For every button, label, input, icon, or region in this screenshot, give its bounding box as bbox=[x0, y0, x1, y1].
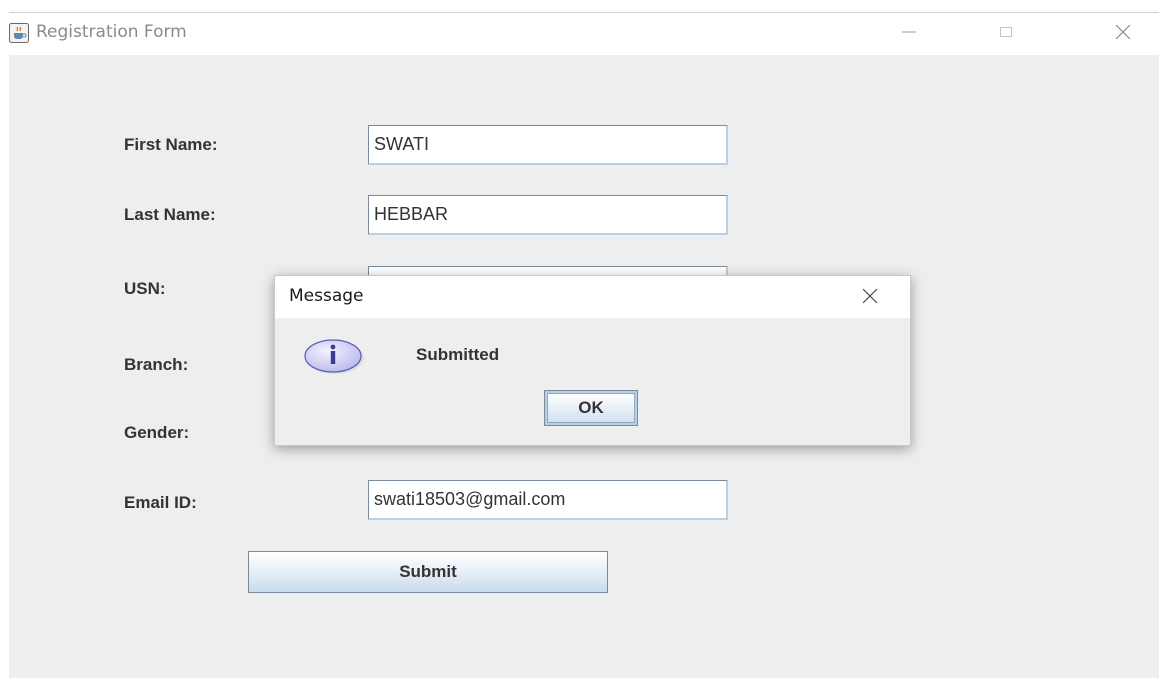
ok-button-label: OK bbox=[547, 393, 635, 423]
minimize-button[interactable] bbox=[889, 19, 929, 49]
dialog-close-button[interactable] bbox=[855, 284, 885, 312]
close-icon bbox=[861, 287, 879, 310]
first-name-field[interactable]: SWATI bbox=[368, 125, 728, 165]
registration-form-window: Registration Form First Name: Last Name:… bbox=[9, 12, 1159, 678]
message-dialog: Message Submitted OK bbox=[274, 275, 911, 446]
dialog-message: Submitted bbox=[416, 345, 500, 364]
last-name-label: Last Name: bbox=[124, 205, 216, 224]
first-name-label: First Name: bbox=[124, 135, 218, 154]
close-icon bbox=[1114, 23, 1132, 46]
close-button[interactable] bbox=[1103, 19, 1143, 49]
email-value: swati18503@gmail.com bbox=[374, 489, 566, 509]
branch-label: Branch: bbox=[124, 355, 189, 374]
ok-button[interactable]: OK bbox=[544, 390, 638, 426]
email-field[interactable]: swati18503@gmail.com bbox=[368, 480, 728, 520]
window-title: Registration Form bbox=[36, 22, 187, 42]
gender-label: Gender: bbox=[124, 423, 190, 442]
submit-button[interactable]: Submit bbox=[248, 551, 608, 593]
usn-label: USN: bbox=[124, 279, 166, 298]
java-coffee-icon bbox=[9, 23, 29, 43]
last-name-field[interactable]: HEBBAR bbox=[368, 195, 728, 235]
first-name-value: SWATI bbox=[374, 134, 429, 154]
maximize-icon bbox=[998, 24, 1014, 45]
title-bar[interactable]: Registration Form bbox=[9, 13, 1159, 55]
maximize-button[interactable] bbox=[986, 19, 1026, 49]
last-name-value: HEBBAR bbox=[374, 204, 449, 224]
email-label: Email ID: bbox=[124, 493, 197, 512]
dialog-title-bar[interactable]: Message bbox=[275, 276, 910, 318]
dialog-title: Message bbox=[289, 286, 364, 306]
info-icon bbox=[301, 336, 367, 378]
minimize-icon bbox=[901, 24, 917, 45]
